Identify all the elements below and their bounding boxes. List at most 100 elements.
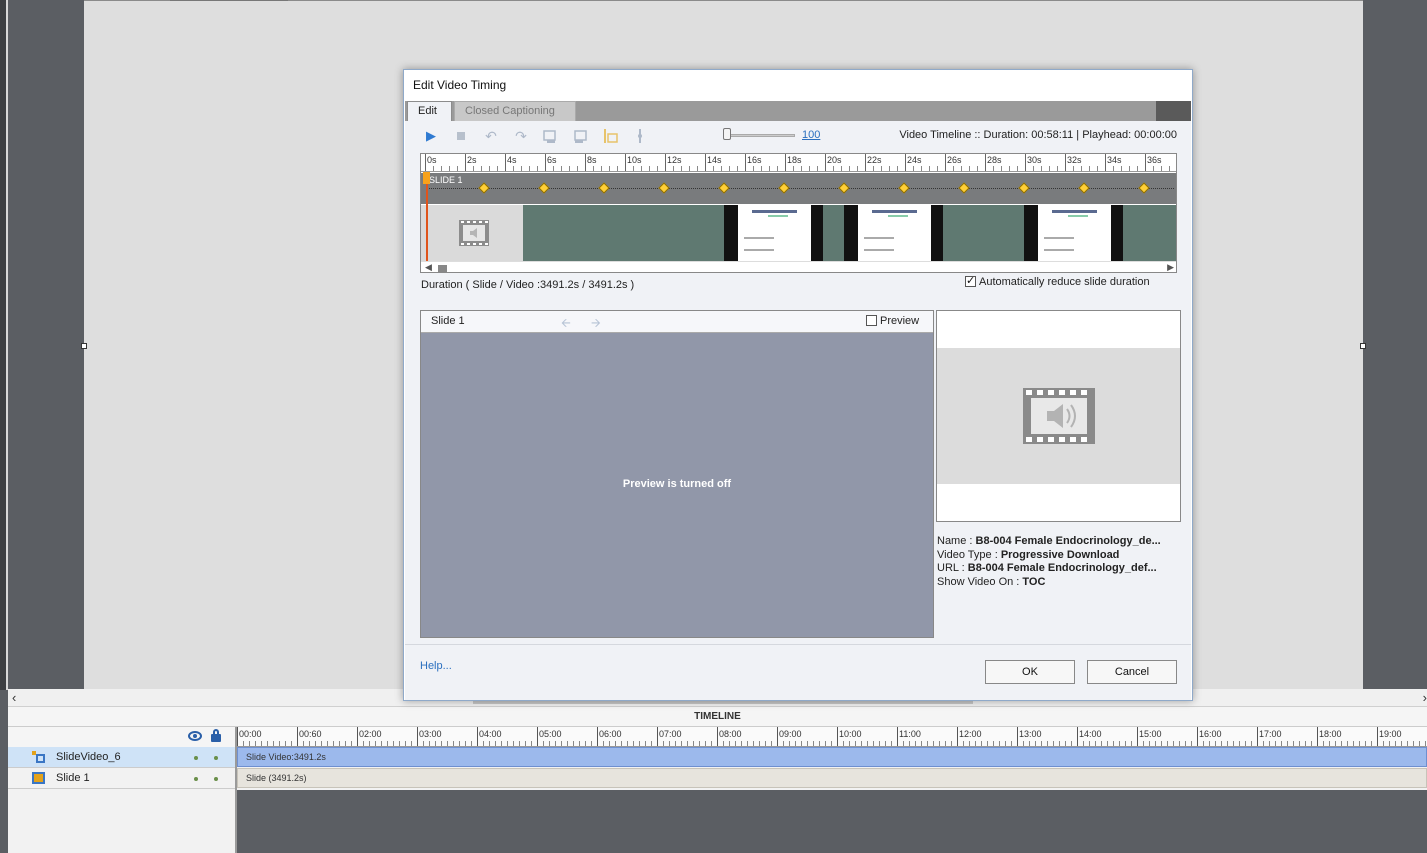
bar-label: Slide (3491.2s): [246, 773, 307, 783]
keyframe-marker[interactable]: [718, 182, 730, 194]
eye-icon[interactable]: [188, 731, 202, 741]
video-frame-dark: [1111, 205, 1123, 261]
zoom-value[interactable]: 100: [802, 129, 820, 141]
lock-dot[interactable]: [214, 756, 218, 760]
stop-icon[interactable]: [453, 128, 469, 144]
timeline-row[interactable]: SlideVideo_6 Slide Video:3491.2s: [8, 747, 1427, 768]
timeline-splitter[interactable]: [235, 727, 237, 853]
timeline-minor-tick: [411, 741, 412, 746]
keyframe-marker[interactable]: [1078, 182, 1090, 194]
ruler-minor-tick: [993, 166, 994, 171]
preview-option[interactable]: Preview: [866, 315, 919, 327]
help-link[interactable]: Help...: [420, 660, 452, 672]
ruler-minor-tick: [801, 166, 802, 171]
lock-dot[interactable]: [214, 777, 218, 781]
ruler-minor-tick: [441, 166, 442, 171]
timeline-minor-tick: [669, 741, 670, 746]
move-slide-left-icon[interactable]: [542, 128, 558, 144]
keyframe-marker[interactable]: [598, 182, 610, 194]
timeline-ruler[interactable]: 00:00 00:60 02:00 03:00 04:00 05:00 06:00 07:00…: [235, 727, 1427, 747]
ruler-minor-tick: [681, 166, 682, 171]
video-frame-dark: [1024, 205, 1038, 261]
timeline-minor-tick: [375, 741, 376, 746]
play-icon[interactable]: ▶: [423, 128, 439, 144]
layer-name-cell[interactable]: Slide 1: [8, 768, 235, 789]
tab-edit[interactable]: Edit: [407, 101, 452, 121]
keyframe-marker[interactable]: [1138, 182, 1150, 194]
timeline-minor-tick: [819, 741, 820, 746]
timeline-minor-tick: [363, 741, 364, 746]
slide-bar[interactable]: Slide (3491.2s): [237, 768, 1427, 788]
arrow-right-icon[interactable]: 🡪: [591, 314, 601, 335]
undo-icon[interactable]: ↶: [483, 128, 499, 144]
zoom-slider-track[interactable]: [725, 134, 795, 137]
playhead-handle[interactable]: [423, 172, 430, 184]
redo-icon[interactable]: ↷: [513, 128, 529, 144]
insert-slide-icon[interactable]: [602, 128, 618, 144]
visibility-dot[interactable]: [194, 777, 198, 781]
timeline-major-tick: [837, 727, 838, 746]
timeline-minor-tick: [309, 741, 310, 746]
playhead[interactable]: [426, 173, 428, 261]
video-timeline-scrollbar[interactable]: ◀ ▶: [421, 261, 1176, 272]
ruler-minor-tick: [1001, 166, 1002, 171]
keyframe-marker[interactable]: [478, 182, 490, 194]
zoom-slider-thumb[interactable]: [723, 128, 731, 140]
keyframe-marker[interactable]: [838, 182, 850, 194]
scroll-right-icon[interactable]: ▶: [1167, 262, 1174, 272]
arrow-left-icon[interactable]: 🡨: [561, 314, 571, 335]
timeline-minor-tick: [801, 741, 802, 746]
keyframe-marker[interactable]: [898, 182, 910, 194]
move-slide-right-icon[interactable]: [572, 128, 588, 144]
timeline-layer-header: [8, 727, 235, 747]
resize-handle-right[interactable]: [1360, 343, 1366, 349]
timeline-minor-tick: [915, 741, 916, 746]
video-timeline[interactable]: 0s 2s 4s 6s 8s 10s 12s 14s 16s 18s 20s 22s 24s 26s 28s…: [420, 153, 1177, 273]
layer-name-cell[interactable]: SlideVideo_6: [8, 747, 235, 768]
visibility-dot[interactable]: [194, 756, 198, 760]
keyframe-marker[interactable]: [1018, 182, 1030, 194]
ruler-minor-tick: [961, 166, 962, 171]
ruler-label: 36s: [1147, 155, 1162, 165]
ruler-minor-tick: [1009, 166, 1010, 171]
timeline-minor-tick: [885, 741, 886, 746]
slide-track[interactable]: SLIDE 1: [421, 173, 1176, 204]
timeline-header: TIMELINE: [8, 707, 1427, 727]
scrollbar-thumb[interactable]: [438, 265, 447, 272]
video-track-start: [421, 205, 523, 261]
keyframe-marker[interactable]: [958, 182, 970, 194]
timeline-minor-tick: [423, 741, 424, 746]
ruler-minor-tick: [561, 166, 562, 171]
timeline-row[interactable]: Slide 1 Slide (3491.2s): [8, 768, 1427, 789]
timeline-minor-tick: [561, 741, 562, 746]
timeline-minor-tick: [1047, 741, 1048, 746]
scroll-right-icon[interactable]: ›: [1423, 690, 1427, 705]
timeline-minor-tick: [303, 741, 304, 746]
ruler-minor-tick: [1113, 166, 1114, 171]
auto-reduce-checkbox[interactable]: [965, 274, 976, 287]
scroll-left-icon[interactable]: ◀: [425, 262, 432, 272]
keyframe-marker[interactable]: [538, 182, 550, 194]
auto-reduce-option[interactable]: Automatically reduce slide duration: [965, 274, 1150, 288]
preview-checkbox[interactable]: [866, 315, 877, 326]
timeline-minor-tick: [855, 741, 856, 746]
scroll-left-icon[interactable]: ‹: [12, 690, 16, 705]
lock-icon[interactable]: [211, 729, 221, 742]
marker-icon[interactable]: [632, 128, 648, 144]
cancel-button[interactable]: Cancel: [1087, 660, 1177, 684]
video-timeline-ruler[interactable]: 0s 2s 4s 6s 8s 10s 12s 14s 16s 18s 20s 22s 24s 26s 28s…: [421, 154, 1176, 172]
timeline-minor-tick: [603, 741, 604, 746]
ok-button[interactable]: OK: [985, 660, 1075, 684]
timeline-minor-tick: [1419, 741, 1420, 746]
keyframe-marker[interactable]: [778, 182, 790, 194]
keyframe-marker[interactable]: [658, 182, 670, 194]
ruler-label: 24s: [907, 155, 922, 165]
timeline-major-tick: [897, 727, 898, 746]
ruler-minor-tick: [593, 166, 594, 171]
resize-handle-left[interactable]: [81, 343, 87, 349]
ruler-major-tick: [825, 154, 826, 171]
slide-video-bar[interactable]: Slide Video:3491.2s: [237, 747, 1427, 767]
video-track[interactable]: [421, 205, 1176, 261]
timeline-minor-tick: [1233, 741, 1234, 746]
tab-closed-captioning[interactable]: Closed Captioning: [454, 101, 576, 121]
